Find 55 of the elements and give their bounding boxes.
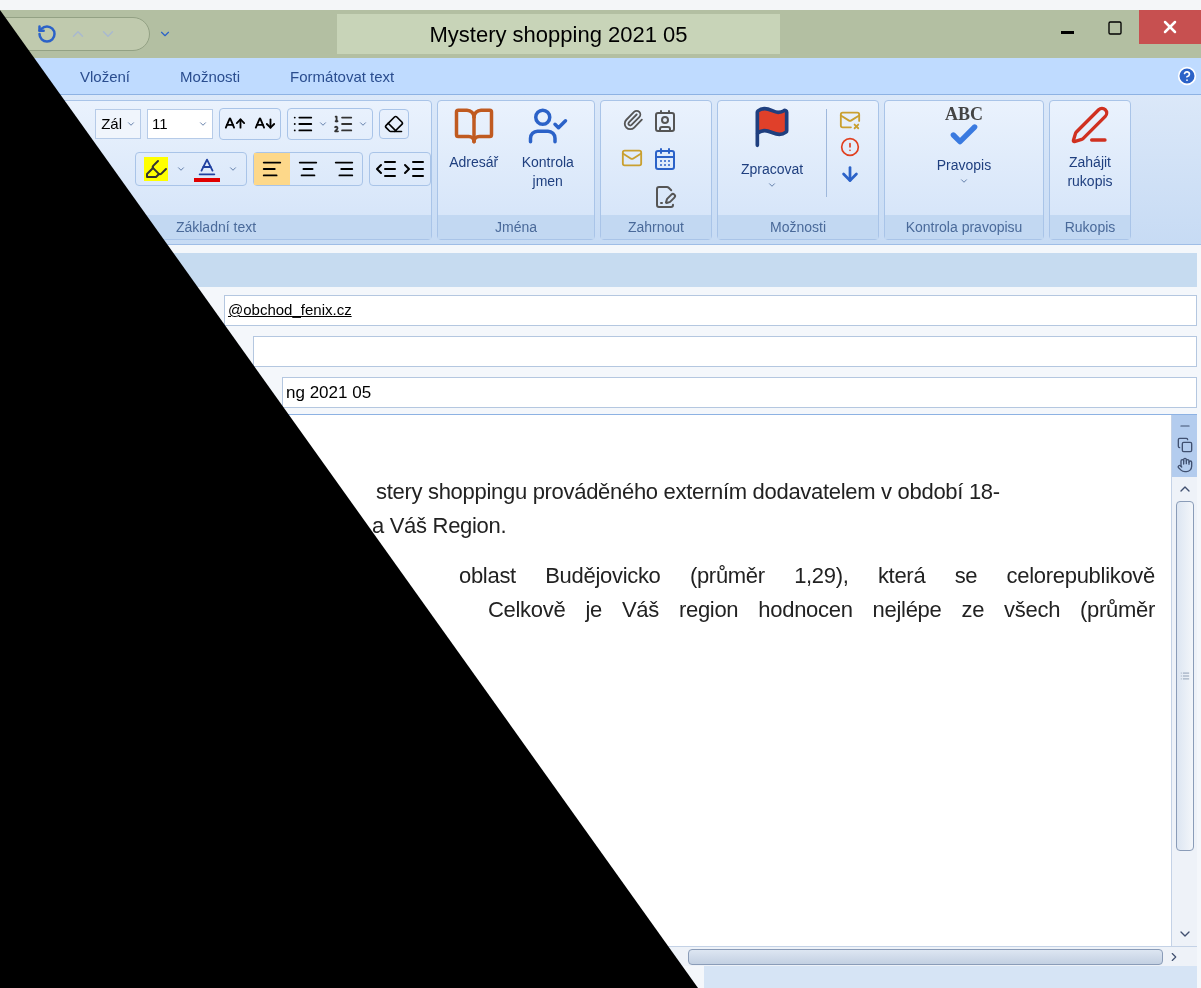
ribbon-tab[interactable]: Formátovat text — [265, 60, 420, 94]
calendar-icon[interactable] — [653, 147, 677, 171]
signature-icon[interactable] — [653, 185, 677, 209]
ribbon-tab[interactable]: Vložení — [55, 60, 156, 94]
input-field[interactable]: @obchod_fenix.cz — [224, 295, 1197, 326]
group-label: Kontrola pravopisu — [905, 217, 1023, 237]
ribbon-tab[interactable]: Možnosti — [155, 60, 266, 94]
dropdown-caret-icon — [358, 119, 368, 129]
ink-button[interactable]: Zahájit rukopis — [1054, 105, 1126, 215]
help-icon[interactable] — [1177, 66, 1197, 86]
maximize-icon — [1107, 20, 1123, 36]
dropdown-caret-icon — [126, 119, 136, 129]
field-text: ng 2021 05 — [286, 381, 372, 404]
close-button[interactable] — [1139, 10, 1201, 44]
redo-icon[interactable] — [37, 24, 57, 44]
recipient-link[interactable]: @obchod_fenix.cz — [228, 299, 352, 322]
group-label: Jména — [495, 217, 537, 237]
group-label: Základní text — [175, 217, 257, 237]
font-name-field[interactable]: Zál — [95, 109, 141, 139]
input-field[interactable] — [253, 336, 1197, 367]
group-label: Zahrnout — [627, 217, 684, 237]
body-text-line: Celkově je Váš region hodnocen nejlépe ze všech (průměr — [488, 596, 1155, 624]
follow-up-button[interactable]: Zpracovat — [722, 105, 822, 190]
highlight-icon[interactable] — [144, 157, 168, 181]
font-size-field[interactable]: 11 — [147, 109, 213, 139]
minimize-icon — [1060, 30, 1074, 34]
body-text-line: stery shoppingu prováděného externím dodavatelem v období 18- — [376, 478, 1001, 506]
group-label: Rukopis — [1064, 217, 1116, 237]
spelling-icon-text: ABC — [945, 105, 983, 123]
dropdown-caret-icon — [198, 119, 208, 129]
ribbon-button[interactable]: Kontrola jmen — [512, 105, 583, 191]
low-importance-icon[interactable] — [839, 163, 861, 185]
dropdown-caret-icon — [767, 180, 777, 190]
clear-formatting-icon[interactable] — [379, 109, 409, 139]
dropdown-caret-icon — [318, 119, 328, 129]
business-card-icon[interactable] — [653, 109, 677, 133]
font-color-icon[interactable] — [194, 156, 220, 182]
input-field[interactable]: ng 2021 05 — [282, 377, 1197, 408]
ribbon-button[interactable]: Adresář — [449, 105, 499, 172]
align-button[interactable] — [254, 153, 290, 185]
dropdown-caret-icon — [959, 176, 969, 186]
spelling-button[interactable]: ABC Pravopis — [889, 105, 1039, 215]
dropdown-caret-icon — [176, 164, 186, 174]
body-text-line: oblast Budějovicko (průměr 1,29), která se celorepublikově — [459, 562, 1155, 590]
high-importance-icon[interactable] — [840, 137, 860, 157]
window-title: Mystery shopping 2021 05 — [429, 20, 688, 49]
horizontal-scroll-thumb[interactable] — [688, 948, 1163, 965]
scroll-thumb[interactable] — [1175, 501, 1194, 851]
dropdown-caret-icon — [228, 164, 238, 174]
pen-icon — [1070, 105, 1110, 145]
paperclip-icon[interactable] — [622, 109, 644, 131]
numbered-list-icon[interactable] — [332, 113, 354, 135]
browse-icon[interactable] — [1176, 457, 1193, 473]
group-label: Možnosti — [770, 217, 826, 237]
body-text-line: a Váš Region. — [372, 512, 508, 540]
